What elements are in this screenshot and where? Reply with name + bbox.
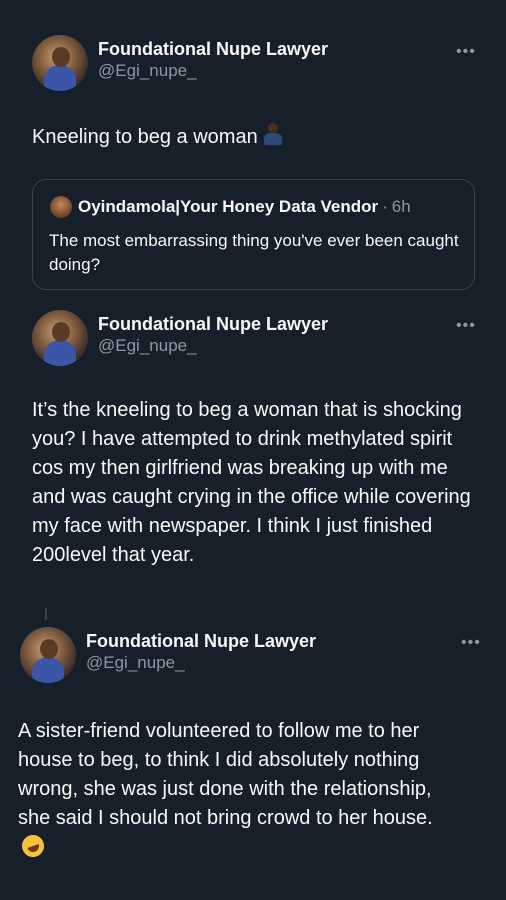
- tweet-3-header: Foundational Nupe Lawyer @Egi_nupe_: [20, 627, 316, 683]
- quoted-separator: ·: [382, 197, 388, 216]
- tweet-3-text: A sister-friend volunteered to follow me…: [18, 717, 458, 862]
- tweet-1-header: Foundational Nupe Lawyer @Egi_nupe_: [32, 35, 328, 91]
- avatar[interactable]: [20, 627, 76, 683]
- tweet-2-text: It’s the kneeling to beg a woman that is…: [32, 399, 471, 566]
- tweet-text: A sister-friend volunteered to follow me…: [18, 720, 433, 829]
- handle[interactable]: @Egi_nupe_: [98, 60, 328, 82]
- handle[interactable]: @Egi_nupe_: [98, 335, 328, 357]
- rolling-on-floor-laughing-icon: [18, 831, 48, 861]
- avatar[interactable]: [32, 310, 88, 366]
- display-name[interactable]: Foundational Nupe Lawyer: [98, 313, 328, 335]
- quoted-text: The most embarrassing thing you've ever …: [49, 231, 459, 274]
- more-options-icon[interactable]: •••: [456, 318, 476, 334]
- more-options-icon[interactable]: •••: [461, 635, 481, 651]
- quoted-timestamp: 6h: [391, 197, 411, 216]
- quoted-avatar: [50, 196, 72, 218]
- thread-connector: [45, 608, 47, 620]
- tweet-1-text: Kneeling to beg a woman: [32, 123, 472, 152]
- quoted-display-name: Oyindamola|Your Honey Data Vendor: [78, 197, 379, 216]
- person-kneeling-icon: [262, 123, 284, 147]
- tweet-text: Kneeling to beg a woman: [32, 126, 258, 148]
- tweet-2-header: Foundational Nupe Lawyer @Egi_nupe_: [32, 310, 328, 366]
- display-name[interactable]: Foundational Nupe Lawyer: [86, 630, 316, 652]
- handle[interactable]: @Egi_nupe_: [86, 652, 316, 674]
- more-options-icon[interactable]: •••: [456, 44, 476, 60]
- avatar[interactable]: [32, 35, 88, 91]
- quoted-tweet-header: Oyindamola|Your Honey Data Vendor · 6h: [50, 196, 411, 218]
- quoted-tweet[interactable]: Oyindamola|Your Honey Data Vendor · 6h T…: [32, 179, 475, 290]
- display-name[interactable]: Foundational Nupe Lawyer: [98, 38, 328, 60]
